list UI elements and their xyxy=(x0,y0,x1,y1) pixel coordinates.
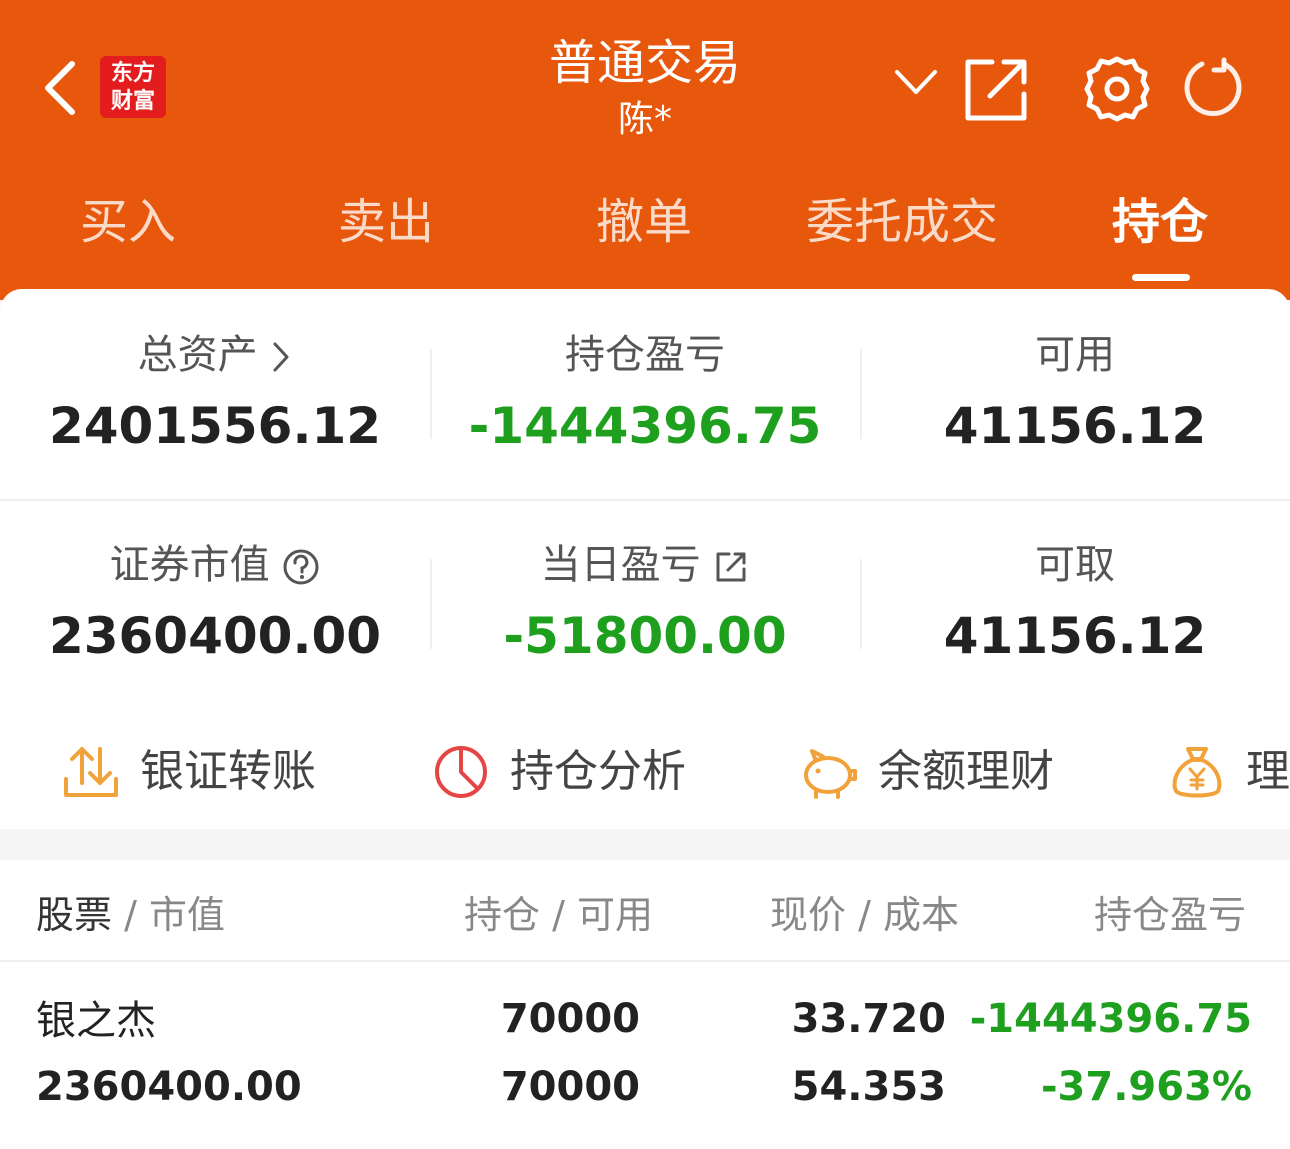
daily-pl-value: -51800.00 xyxy=(503,607,787,665)
tab-positions[interactable]: 持仓 xyxy=(1112,180,1208,264)
gear-icon[interactable] xyxy=(1082,54,1152,124)
chevron-right-icon xyxy=(273,342,289,372)
position-pl-percent: -37.963% xyxy=(1040,1064,1252,1110)
external-link-icon xyxy=(716,552,746,582)
withdrawable-funds: 可取 41156.12 xyxy=(860,537,1290,669)
pie-chart-icon xyxy=(435,746,487,798)
divider xyxy=(860,349,862,439)
page-title: 普通交易 xyxy=(548,35,741,91)
current-price: 33.720 xyxy=(791,996,946,1042)
column-header-stock: 股票 / 市值 xyxy=(36,893,225,937)
tab-cancel-order[interactable]: 撤单 xyxy=(596,180,692,264)
available-funds: 可用 41156.12 xyxy=(860,327,1290,459)
account-summary-card: 总资产 2401556.12 持仓盈亏 -1444396.75 可用 41156… xyxy=(0,289,1290,829)
app-header: 东方 财富 普通交易 陈* 买入 卖出 撤单 委托成交 持仓 xyxy=(0,0,1290,300)
available-qty: 70000 xyxy=(500,1064,640,1110)
tab-orders-trades[interactable]: 委托成交 xyxy=(806,180,998,264)
daily-pl[interactable]: 当日盈亏 -51800.00 xyxy=(430,537,860,669)
position-pl-amount: -1444396.75 xyxy=(969,996,1252,1042)
account-selector[interactable]: 普通交易 陈* xyxy=(420,30,937,142)
bank-transfer-button[interactable]: 银证转账 xyxy=(62,737,362,807)
divider xyxy=(430,559,432,649)
divider xyxy=(0,499,1290,501)
share-icon[interactable] xyxy=(962,56,1030,124)
stock-market-value: 2360400.00 xyxy=(36,1064,302,1110)
holdings-table: 股票 / 市值 持仓 / 可用 现价 / 成本 持仓盈亏 银之杰 2360400… xyxy=(0,860,1290,1149)
refresh-icon[interactable] xyxy=(1180,56,1244,120)
money-bag-icon xyxy=(1172,747,1222,798)
position-pl-value: -1444396.75 xyxy=(468,397,822,455)
wealth-management-button[interactable]: 理 xyxy=(1168,737,1290,807)
divider xyxy=(430,349,432,439)
available-value: 41156.12 xyxy=(943,397,1207,455)
piggy-bank-icon xyxy=(804,749,857,799)
column-header-price: 现价 / 成本 xyxy=(770,893,959,937)
position-pl: 持仓盈亏 -1444396.75 xyxy=(430,327,860,459)
total-assets-value: 2401556.12 xyxy=(48,397,382,455)
chevron-down-icon xyxy=(894,70,937,94)
back-arrow-icon[interactable] xyxy=(40,60,80,116)
tab-buy[interactable]: 买入 xyxy=(80,180,176,264)
tab-sell[interactable]: 卖出 xyxy=(338,180,434,264)
total-assets[interactable]: 总资产 2401556.12 xyxy=(0,327,430,459)
account-name: 陈* xyxy=(617,99,672,140)
divider xyxy=(0,960,1290,962)
active-tab-indicator xyxy=(1132,274,1190,281)
cost-price: 54.353 xyxy=(791,1064,946,1110)
trade-tabs: 买入 卖出 撤单 委托成交 持仓 xyxy=(0,180,1290,290)
position-qty: 70000 xyxy=(500,996,640,1042)
column-header-position: 持仓 / 可用 xyxy=(464,893,653,937)
position-analysis-button[interactable]: 持仓分析 xyxy=(432,737,732,807)
column-header-pl: 持仓盈亏 xyxy=(1094,893,1247,937)
balance-finance-button[interactable]: 余额理财 xyxy=(800,737,1100,807)
divider xyxy=(860,559,862,649)
market-value: 证券市值 2360400.00 xyxy=(0,537,430,669)
market-value-amount: 2360400.00 xyxy=(48,607,382,665)
help-icon[interactable] xyxy=(282,548,320,586)
stock-name: 银之杰 xyxy=(36,998,156,1044)
brand-logo: 东方 财富 xyxy=(100,56,166,118)
withdrawable-value: 41156.12 xyxy=(943,607,1207,665)
transfer-icon xyxy=(64,747,118,797)
